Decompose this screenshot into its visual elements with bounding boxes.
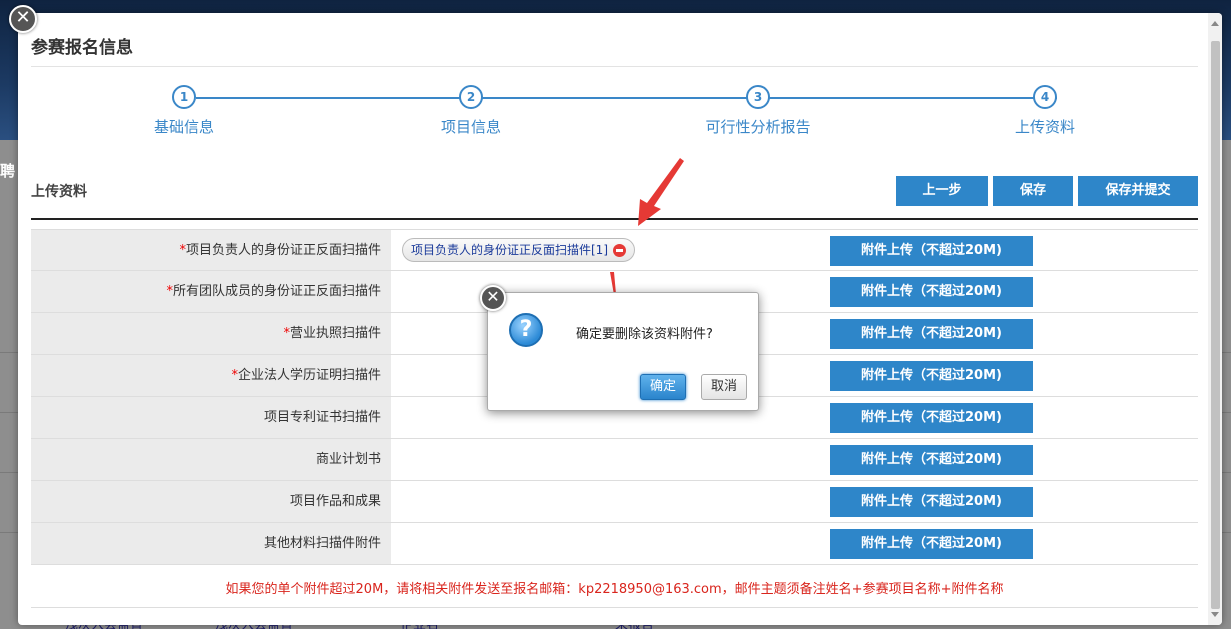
step-number: 3 (746, 85, 770, 109)
upload-button[interactable]: 附件上传（不超过20M) (830, 529, 1033, 559)
step-connector-line (196, 97, 1057, 99)
step-number: 2 (459, 85, 483, 109)
row-label: 其他材料扫描件附件 (31, 523, 391, 564)
title-divider (31, 66, 1198, 67)
step-label: 可行性分析报告 (705, 118, 811, 136)
modal-scrollbar[interactable] (1208, 13, 1222, 625)
upload-button[interactable]: 附件上传（不超过20M) (830, 403, 1033, 433)
size-limit-notice: 如果您的单个附件超过20M，请将相关附件发送至报名邮箱：kp2218950@16… (225, 582, 1004, 597)
row-label: *所有团队成员的身份证正反面扫描件 (31, 271, 391, 312)
step-label: 基础信息 (153, 118, 214, 136)
step-number: 1 (172, 85, 196, 109)
upload-button[interactable]: 附件上传（不超过20M) (830, 361, 1033, 391)
scroll-down-icon[interactable] (1211, 612, 1219, 617)
prev-step-button[interactable]: 上一步 (896, 176, 988, 206)
table-row: 商业计划书 附件上传（不超过20M) (31, 439, 1198, 481)
upload-button[interactable]: 附件上传（不超过20M) (830, 319, 1033, 349)
row-label-text: 商业计划书 (315, 452, 381, 467)
save-button[interactable]: 保存 (993, 176, 1073, 206)
row-label-text: 项目作品和成果 (289, 494, 381, 509)
save-submit-button[interactable]: 保存并提交 (1078, 176, 1198, 206)
table-row: *项目负责人的身份证正反面扫描件 项目负责人的身份证正反面扫描件[1] 附件上传… (31, 229, 1198, 271)
row-label: 项目专利证书扫描件 (31, 397, 391, 438)
ok-button[interactable]: 确定 (640, 374, 686, 400)
upload-button[interactable]: 附件上传（不超过20M) (830, 487, 1033, 517)
row-label: 项目作品和成果 (31, 481, 391, 522)
step-1[interactable]: 1 基础信息 (114, 85, 254, 137)
delete-icon[interactable] (613, 244, 626, 257)
row-label: *项目负责人的身份证正反面扫描件 (31, 230, 391, 270)
section-divider (31, 218, 1198, 220)
row-label-text: 营业执照扫描件 (289, 326, 381, 341)
scroll-up-icon[interactable] (1211, 21, 1219, 26)
step-3[interactable]: 3 可行性分析报告 (688, 85, 828, 137)
row-label-text: 项目专利证书扫描件 (263, 410, 381, 425)
step-2[interactable]: 2 项目信息 (401, 85, 541, 137)
step-number: 4 (1033, 85, 1057, 109)
row-label-text: 项目负责人的身份证正反面扫描件 (185, 243, 381, 258)
upload-button[interactable]: 附件上传（不超过20M) (830, 445, 1033, 475)
step-label: 项目信息 (440, 118, 501, 136)
close-icon[interactable]: ✕ (9, 5, 37, 33)
attached-file-tag[interactable]: 项目负责人的身份证正反面扫描件[1] (402, 238, 635, 262)
attached-file-name[interactable]: 项目负责人的身份证正反面扫描件[1] (411, 243, 608, 257)
row-label: *营业执照扫描件 (31, 313, 391, 354)
cancel-button[interactable]: 取消 (701, 374, 747, 400)
row-label-text: 其他材料扫描件附件 (263, 536, 381, 551)
row-label: 商业计划书 (31, 439, 391, 480)
row-label-text: 所有团队成员的身份证正反面扫描件 (172, 284, 381, 299)
scrollbar-thumb[interactable] (1211, 41, 1220, 609)
step-label: 上传资料 (1014, 118, 1075, 136)
annotation-arrow (638, 158, 684, 226)
background-side-text: 聘 (0, 162, 16, 180)
close-icon[interactable]: ✕ (480, 285, 506, 311)
question-icon: ? (509, 313, 543, 347)
table-row: 其他材料扫描件附件 附件上传（不超过20M) (31, 523, 1198, 565)
dialog-message: 确定要删除该资料附件? (576, 327, 713, 342)
step-4[interactable]: 4 上传资料 (975, 85, 1115, 137)
action-toolbar: 上一步 保存 保存并提交 (896, 176, 1198, 206)
row-label: *企业法人学历证明扫描件 (31, 355, 391, 396)
section-title: 上传资料 (31, 184, 87, 200)
modal-title: 参赛报名信息 (31, 38, 133, 58)
step-progress: 1 基础信息 2 项目信息 3 可行性分析报告 4 上传资料 (18, 85, 1208, 145)
upload-button[interactable]: 附件上传（不超过20M) (830, 277, 1033, 307)
confirm-delete-dialog: ✕ ? 确定要删除该资料附件? 确定 取消 (480, 285, 759, 411)
footer-divider (31, 607, 1198, 608)
row-label-text: 企业法人学历证明扫描件 (237, 368, 381, 383)
table-row: 项目作品和成果 附件上传（不超过20M) (31, 481, 1198, 523)
upload-button[interactable]: 附件上传（不超过20M) (830, 236, 1033, 266)
